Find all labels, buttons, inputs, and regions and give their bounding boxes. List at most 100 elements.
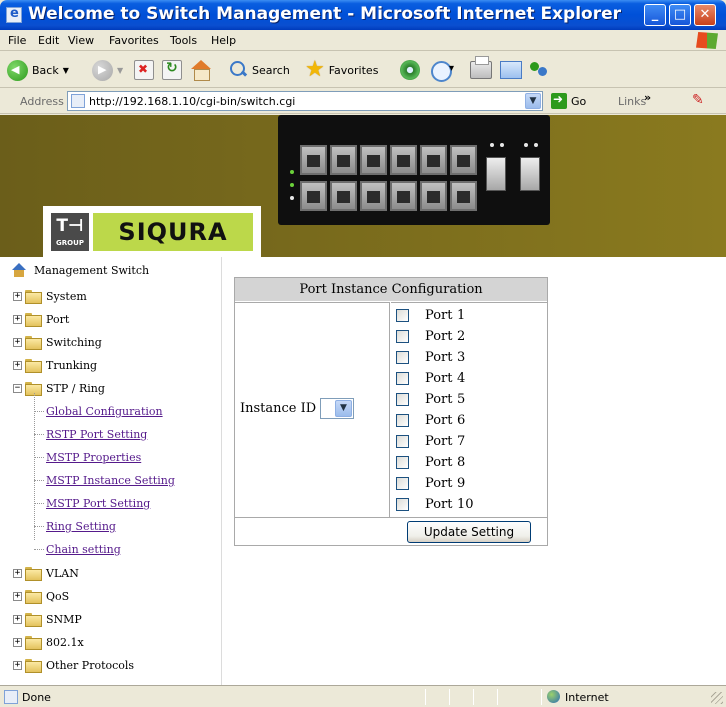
menu-edit[interactable]: Edit	[38, 34, 59, 47]
folder-icon	[25, 636, 42, 650]
forward-button[interactable]: ▼	[92, 58, 123, 82]
resize-grip-icon[interactable]	[711, 692, 723, 704]
expand-plus-icon[interactable]: +	[13, 360, 22, 370]
port-checkbox[interactable]	[396, 350, 409, 364]
rj45-port-icon	[300, 181, 327, 211]
expand-plus-icon[interactable]: +	[13, 591, 22, 601]
address-url: http://192.168.1.10/cgi-bin/switch.cgi	[89, 95, 296, 108]
rj45-port-icon	[300, 145, 327, 175]
tree-leaf-label[interactable]: Ring Setting	[46, 520, 116, 533]
search-button[interactable]: Search	[228, 58, 290, 82]
back-label: Back	[32, 63, 59, 77]
navigation-tree: Management Switch + System + Port + Swit…	[0, 257, 222, 685]
tree-leaf-chain-setting[interactable]: Chain setting	[0, 538, 121, 560]
tree-folder-trunking[interactable]: + Trunking	[0, 354, 97, 376]
port-checkbox[interactable]	[396, 308, 409, 322]
tree-folder-qos[interactable]: + QoS	[0, 585, 69, 607]
expand-plus-icon[interactable]: +	[13, 614, 22, 624]
minimize-button[interactable]: _	[644, 4, 666, 26]
port-checkbox[interactable]	[396, 413, 409, 427]
go-arrow-icon	[551, 92, 567, 109]
refresh-icon[interactable]	[162, 60, 182, 80]
port-label: Port	[425, 412, 453, 428]
title-bar[interactable]: Welcome to Switch Management - Microsoft…	[0, 0, 726, 30]
switch-root-icon	[12, 263, 28, 277]
tree-leaf-mstp-properties[interactable]: MSTP Properties	[0, 446, 141, 468]
close-button[interactable]: ✕	[694, 4, 716, 26]
tree-leaf-label[interactable]: Global Configuration	[46, 405, 163, 418]
links-chevron-icon[interactable]: »	[644, 91, 651, 104]
media-icon[interactable]	[400, 60, 420, 80]
home-icon[interactable]	[190, 60, 212, 81]
expand-plus-icon[interactable]: +	[13, 660, 22, 670]
port-checkbox[interactable]	[396, 476, 409, 490]
tree-folder-other-protocols[interactable]: + Other Protocols	[0, 654, 134, 676]
tree-folder-port[interactable]: + Port	[0, 308, 69, 330]
go-button[interactable]: Go	[551, 92, 587, 109]
address-dropdown-icon[interactable]: ▼	[525, 93, 541, 109]
tree-root[interactable]: Management Switch	[0, 259, 149, 281]
stop-icon[interactable]	[134, 60, 154, 80]
collapse-minus-icon[interactable]: −	[13, 383, 22, 393]
port-label: Port	[425, 454, 453, 470]
port-checkbox[interactable]	[396, 371, 409, 385]
tree-leaf-global-configuration[interactable]: Global Configuration	[0, 400, 163, 422]
instance-id-select[interactable]: ▼	[320, 398, 354, 419]
menu-file[interactable]: File	[8, 34, 26, 47]
tree-leaf-rstp-port-setting[interactable]: RSTP Port Setting	[0, 423, 147, 445]
port-row: Port 5	[396, 389, 465, 409]
menu-help[interactable]: Help	[211, 34, 236, 47]
port-checkbox[interactable]	[396, 392, 409, 406]
tree-folder-switching[interactable]: + Switching	[0, 331, 102, 353]
tree-leaf-ring-setting[interactable]: Ring Setting	[0, 515, 116, 537]
go-label: Go	[571, 94, 587, 108]
ports-cell: Port 1 Port 2 Port 3 Port 4 Port 5 Port …	[391, 302, 547, 517]
tree-folder-label: Trunking	[46, 358, 98, 372]
port-label: Port	[425, 433, 453, 449]
print-icon[interactable]	[470, 56, 492, 79]
chevron-down-icon[interactable]: ▼	[335, 400, 352, 417]
tree-leaf-label[interactable]: MSTP Instance Setting	[46, 474, 175, 487]
expand-plus-icon[interactable]: +	[13, 314, 22, 324]
tree-folder-802-1x[interactable]: + 802.1x	[0, 631, 84, 653]
tree-folder-label: 802.1x	[46, 635, 84, 649]
history-icon[interactable]	[431, 60, 454, 82]
toolbar-options-icon[interactable]: ✎	[692, 92, 710, 109]
expand-plus-icon[interactable]: +	[13, 337, 22, 347]
maximize-button[interactable]: □	[669, 4, 691, 26]
port-checkbox[interactable]	[396, 434, 409, 448]
tree-folder-snmp[interactable]: + SNMP	[0, 608, 82, 630]
links-label[interactable]: Links	[618, 95, 646, 108]
menu-view[interactable]: View	[68, 34, 94, 47]
tree-leaf-label[interactable]: MSTP Port Setting	[46, 497, 150, 510]
port-number: 7	[457, 433, 466, 449]
messenger-icon[interactable]	[528, 60, 550, 80]
tree-leaf-mstp-port-setting[interactable]: MSTP Port Setting	[0, 492, 150, 514]
page-icon	[71, 94, 85, 108]
expand-plus-icon[interactable]: +	[13, 291, 22, 301]
port-number: 2	[457, 328, 466, 344]
menu-tools[interactable]: Tools	[170, 34, 197, 47]
port-checkbox[interactable]	[396, 455, 409, 469]
tree-folder-label: Switching	[46, 335, 102, 349]
update-setting-button[interactable]: Update Setting	[407, 521, 531, 543]
port-checkbox[interactable]	[396, 329, 409, 343]
address-input[interactable]: http://192.168.1.10/cgi-bin/switch.cgi ▼	[67, 91, 543, 111]
edit-icon[interactable]	[500, 61, 522, 79]
port-checkbox[interactable]	[396, 497, 409, 511]
tree-leaf-label[interactable]: RSTP Port Setting	[46, 428, 147, 441]
tree-folder-system[interactable]: + System	[0, 285, 87, 307]
expand-plus-icon[interactable]: +	[13, 568, 22, 578]
chevron-down-icon: ▼	[62, 65, 69, 75]
tree-leaf-label[interactable]: MSTP Properties	[46, 451, 141, 464]
tree-folder-stp-ring[interactable]: − STP / Ring	[0, 377, 105, 399]
favorites-button[interactable]: ★ Favorites	[305, 58, 378, 82]
tree-leaf-mstp-instance-setting[interactable]: MSTP Instance Setting	[0, 469, 175, 491]
tree-folder-vlan[interactable]: + VLAN	[0, 562, 79, 584]
back-button[interactable]: Back ▼	[7, 58, 69, 82]
expand-plus-icon[interactable]: +	[13, 637, 22, 647]
port-row: Port 4	[396, 368, 465, 388]
tree-leaf-label[interactable]: Chain setting	[46, 543, 121, 556]
windows-logo-icon	[696, 32, 718, 49]
menu-favorites[interactable]: Favorites	[109, 34, 159, 47]
